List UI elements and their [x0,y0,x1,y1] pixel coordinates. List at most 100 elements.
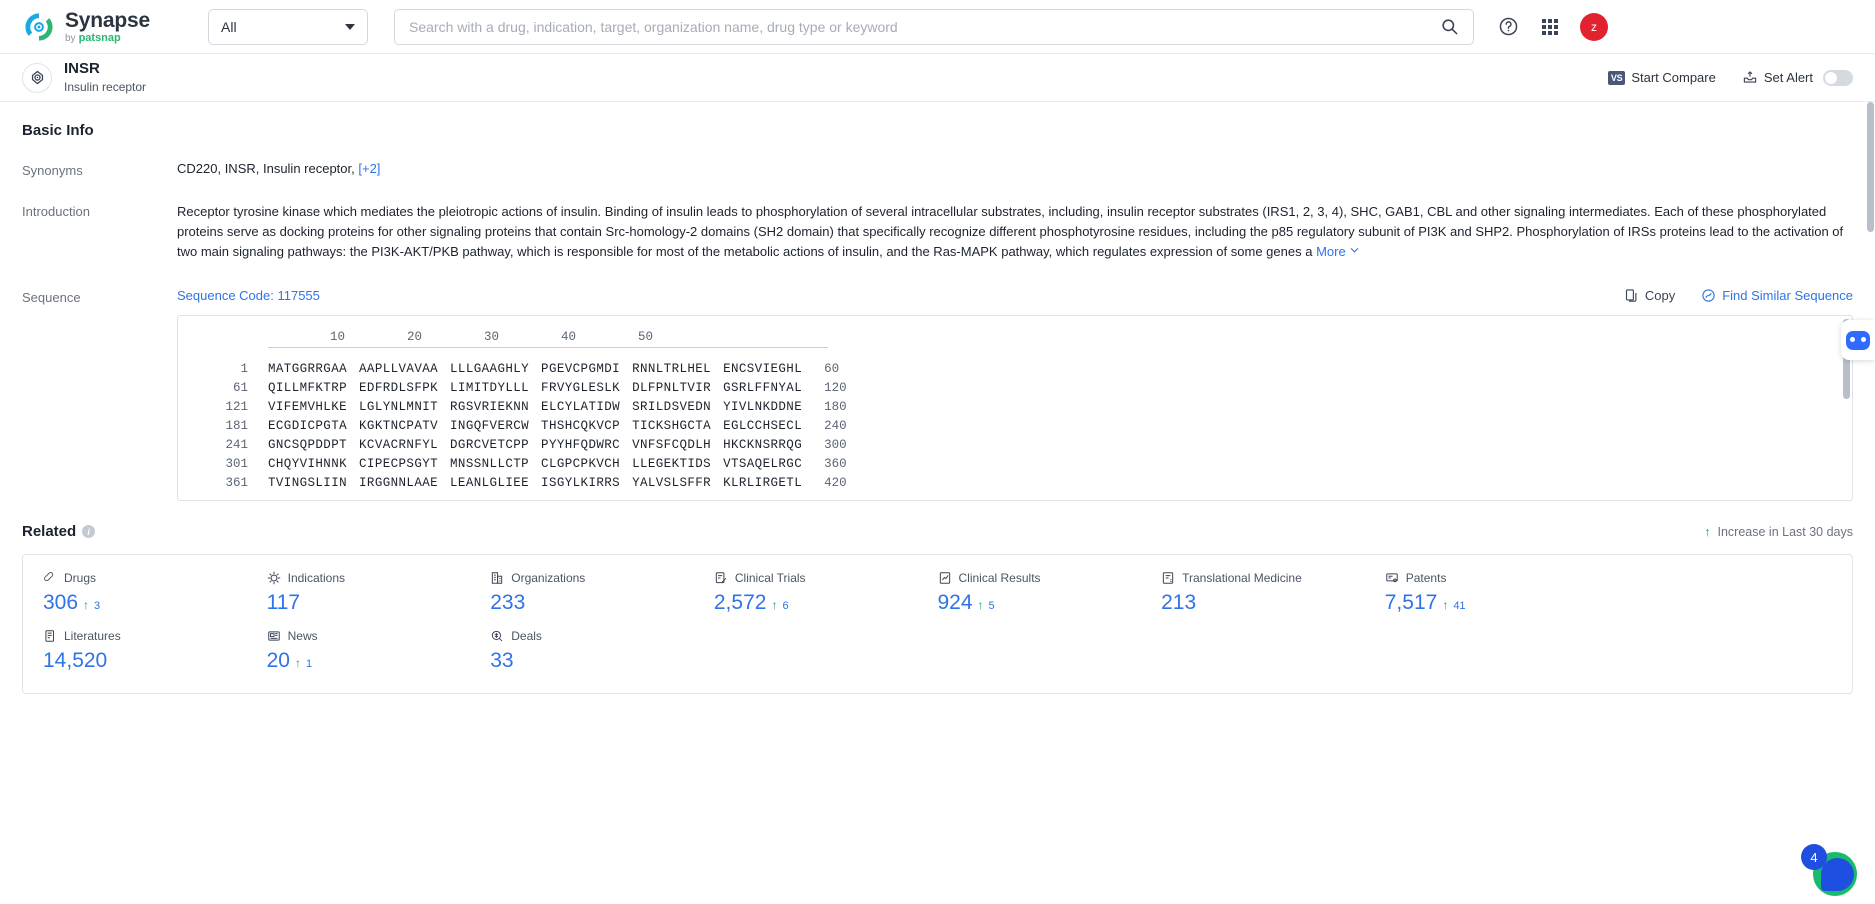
stat-card-deals[interactable]: Deals 33 [490,629,714,673]
search-scope-select[interactable]: All [208,8,368,45]
search-input[interactable] [409,18,1440,35]
stat-label: Patents [1385,571,1609,585]
ruler-tick: 40 [560,330,576,345]
stat-label: Indications [267,571,491,585]
introduction-label: Introduction [22,204,90,219]
stat-value: 20 ↑ 1 [267,649,491,673]
stat-label: Clinical Results [938,571,1162,585]
target-icon [22,62,52,93]
sequence-end-index: 420 [824,476,847,491]
help-button[interactable] [1496,15,1520,39]
stat-up-arrow-icon: ↑ [294,656,301,671]
sequence-block: HKCKNSRRQG [723,438,803,453]
stat-card-drugs[interactable]: Drugs 306 ↑ 3 [43,571,267,615]
sequence-residues: GNCSQPDDPT KCVACRNFYL DGRCVETCPP PYYHFQDWRC… [268,436,802,455]
stat-card-indications[interactable]: Indications 117 [267,571,491,615]
app-logo[interactable]: Synapse by patsnap [22,10,182,44]
basic-info-title: Basic Info [22,122,94,139]
sequence-line: 241 GNCSQPDDPT KCVACRNFYL DGRCVETCPP PYYHFQD… [196,436,1834,455]
start-compare-button[interactable]: VS Start Compare [1607,70,1716,85]
sequence-residues: QILLMFKTRP EDFRDLSFPK LIMITDYLLL FRVYGLESLK… [268,379,802,398]
ruler-tick: 20 [406,330,422,345]
stat-label-text: Translational Medicine [1182,571,1302,586]
stat-card-clinical-results[interactable]: Clinical Results 924 ↑ 5 [938,571,1162,615]
stat-delta: 3 [94,600,101,613]
sequence-line: 1 MATGGRRGAA AAPLLVAVAA LLLGAAGHLY PGEVCPGMD… [196,360,1834,379]
chevron-down-icon[interactable] [1349,245,1360,256]
stat-label-text: Literatures [64,629,121,644]
page-title: INSR [64,60,100,78]
sequence-line: 121 VIFEMVHLKE LGLYNLMNIT RGSVRIEKNN ELCYLAT… [196,398,1834,417]
sequence-block: AAPLLVAVAA [359,362,439,377]
sequence-line: 181 ECGDICPGTA KGKTNCPATV INGQFVERCW THSHCQK… [196,417,1834,436]
sequence-block: CLGPCPKVCH [541,457,621,472]
sequence-block: LLLGAAGHLY [450,362,530,377]
sequence-block: PGEVCPGMDI [541,362,621,377]
sequence-residues: CHQYVIHNNK CIPECPSGYT MNSSNLLCTP CLGPCPKVCH… [268,455,802,474]
sequence-block: IRGGNNLAAE [359,476,439,491]
avatar[interactable]: z [1580,12,1608,41]
stat-value: 2,572 ↑ 6 [714,591,938,615]
sequence-end-index: 240 [824,419,847,434]
sequence-block: YALVSLSFFR [632,476,712,491]
sequence-line: 61 QILLMFKTRP EDFRDLSFPK LIMITDYLLL FRVYGLES… [196,379,1834,398]
stat-card-patents[interactable]: Patents 7,517 ↑ 41 [1385,571,1609,615]
sequence-block: PYYHFQDWRC [541,438,621,453]
stat-number: 306 [43,591,79,615]
sequence-residues: ECGDICPGTA KGKTNCPATV INGQFVERCW THSHCQKVCP… [268,417,802,436]
set-alert-toggle[interactable] [1823,69,1853,86]
sequence-block: GNCSQPDDPT [268,438,348,453]
stat-card-literatures[interactable]: Literatures 14,520 [43,629,267,673]
entity-header: INSR Insulin receptor VS Start Compare S… [0,54,1875,102]
sequence-code[interactable]: Sequence Code: 117555 [177,288,320,303]
page-scrollbar[interactable] [1867,102,1874,232]
related-title: Related [22,523,77,541]
copy-button[interactable]: Copy [1624,288,1675,303]
synonyms-label: Synonyms [22,163,83,178]
top-navigation-bar: Synapse by patsnap All z [0,0,1875,54]
stat-card-clinical-trials[interactable]: Clinical Trials 2,572 ↑ 6 [714,571,938,615]
search-icon[interactable] [1440,17,1459,36]
set-alert-control[interactable]: Set Alert [1742,69,1853,86]
stat-value: 306 ↑ 3 [43,591,267,615]
stat-card-news[interactable]: News 20 ↑ 1 [267,629,491,673]
info-icon[interactable]: i [82,525,96,539]
stat-label-text: Patents [1405,571,1447,586]
find-similar-label: Find Similar Sequence [1722,288,1853,304]
main-content: Basic Info Synonyms CD220, INSR, Insulin… [0,102,1875,904]
stat-label: Drugs [43,571,267,585]
floating-action-group[interactable]: 4 [1801,844,1857,896]
stat-up-arrow-icon: ↑ [977,598,984,613]
sequence-block: DGRCVETCPP [450,438,530,453]
sequence-block: KGKTNCPATV [359,419,439,434]
sequence-block: INGQFVERCW [450,419,530,434]
sequence-block: LGLYNLMNIT [359,400,439,415]
sequence-line: 361 TVINGSLIIN IRGGNNLAAE LEANLGLIEE ISGYLKI… [196,474,1834,493]
apps-button[interactable] [1538,15,1562,39]
stat-label: Deals [490,629,714,643]
up-arrow-icon: ↑ [1704,524,1711,539]
chat-bot-button[interactable] [1841,320,1875,360]
notification-badge[interactable]: 4 [1801,844,1827,870]
sequence-residues: MATGGRRGAA AAPLLVAVAA LLLGAAGHLY PGEVCPGMDI… [268,360,802,379]
copy-icon [1625,289,1637,303]
introduction-more-link[interactable]: More [1316,244,1346,259]
find-similar-sequence-button[interactable]: Find Similar Sequence [1701,288,1853,303]
sequence-block: CHQYVIHNNK [268,457,348,472]
sequence-block: YIVLNKDDNE [723,400,803,415]
stat-up-arrow-icon: ↑ [1442,598,1449,613]
stat-label: Clinical Trials [714,571,938,585]
stat-card-organizations[interactable]: Organizations 233 [490,571,714,615]
global-search-box[interactable] [394,8,1474,45]
sequence-end-index: 180 [824,400,847,415]
sequence-residues: VIFEMVHLKE LGLYNLMNIT RGSVRIEKNN ELCYLATIDW… [268,398,802,417]
synonyms-more-link[interactable]: [+2] [358,161,380,176]
grid-icon [1542,18,1558,35]
stat-value: 33 [490,649,714,673]
patent-icon [1386,573,1398,583]
sequence-panel[interactable]: 10 20 30 40 50 1 MATGGRRGAA AAPLLVAVAA LLLG… [177,315,1853,502]
sequence-ruler-line [268,347,828,349]
stat-card-translational-medicine[interactable]: Translational Medicine 213 [1161,571,1385,615]
trial-icon [715,572,727,584]
sequence-start-index: 361 [225,476,248,491]
